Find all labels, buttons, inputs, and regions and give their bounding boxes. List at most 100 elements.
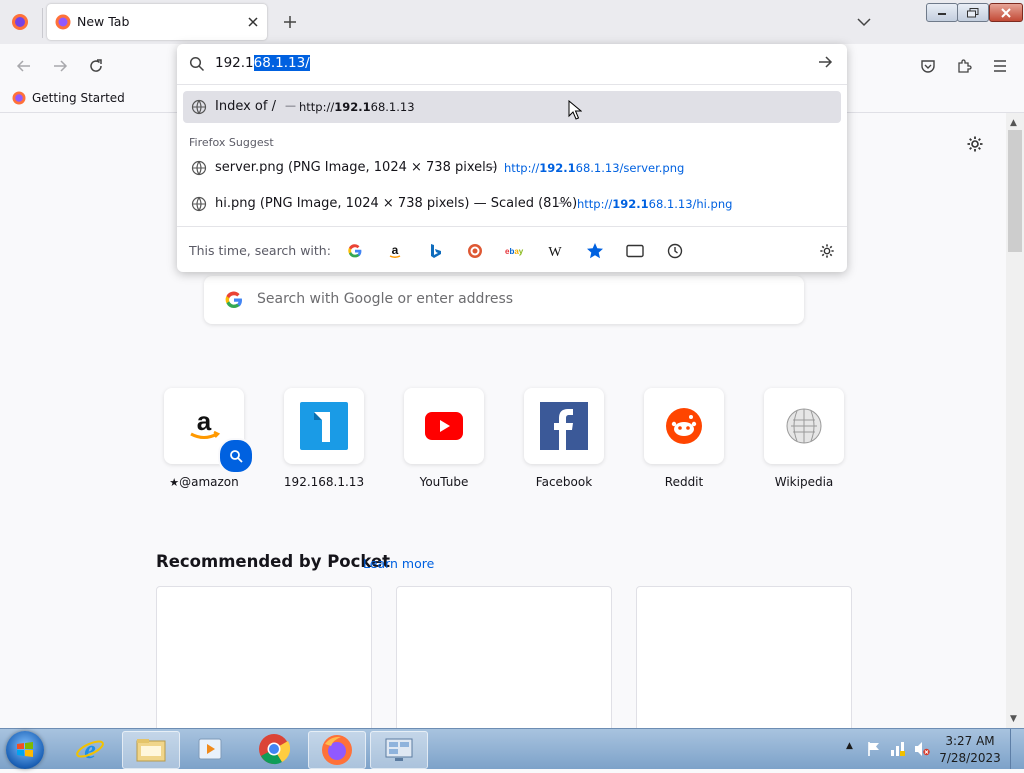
scroll-down-arrow-icon[interactable]: ▼: [1010, 714, 1017, 724]
bookmark-getting-started[interactable]: Getting Started: [12, 91, 125, 105]
search-placeholder: Search with Google or enter address: [257, 291, 514, 307]
new-tab-button[interactable]: [278, 10, 302, 34]
tab-close-button[interactable]: [243, 12, 263, 32]
reload-button[interactable]: [84, 54, 108, 78]
wikipedia-icon: W: [548, 245, 562, 258]
top-site-wikipedia[interactable]: [764, 388, 844, 464]
minimize-button[interactable]: [926, 3, 958, 22]
svg-text:a: a: [197, 406, 212, 436]
extensions-button[interactable]: [952, 54, 976, 78]
tab-title: New Tab: [77, 14, 130, 29]
pocket-learn-more-link[interactable]: Learn more: [363, 556, 434, 571]
scrollbar-thumb[interactable]: [1008, 130, 1022, 252]
show-desktop-button[interactable]: [1010, 729, 1024, 769]
windows-logo-icon: [17, 742, 33, 757]
start-button[interactable]: [6, 731, 44, 769]
result-url: http://192.168.1.13/hi.png: [577, 197, 733, 211]
taskbar: e ▲ 3:27 AM 7/28/2023: [0, 728, 1024, 769]
urlbar-result-row[interactable]: server.png (PNG Image, 1024 × 738 pixels…: [183, 152, 841, 184]
back-button[interactable]: [12, 54, 36, 78]
result-separator: —: [285, 99, 296, 112]
taskbar-chrome[interactable]: [246, 731, 302, 767]
result-title: hi.png (PNG Image, 1024 × 738 pixels) — …: [215, 196, 578, 211]
google-icon: [225, 291, 242, 309]
oneoff-amazon-button[interactable]: a: [384, 240, 406, 262]
result-separator: —: [558, 196, 569, 209]
search-icon: [189, 56, 205, 72]
pocket-card[interactable]: [396, 586, 612, 738]
tab-icon: [626, 244, 644, 258]
list-all-tabs-button[interactable]: [852, 12, 876, 32]
oneoff-bing-button[interactable]: [424, 240, 446, 262]
top-site-youtube[interactable]: [404, 388, 484, 464]
search-shortcut-badge: [218, 438, 254, 474]
search-icon: [230, 450, 243, 463]
show-hidden-icons-arrow-icon[interactable]: ▲: [846, 741, 853, 751]
firefox-icon: [55, 14, 71, 30]
firefox-view-button[interactable]: [8, 10, 32, 34]
oneoff-tabs-button[interactable]: [624, 240, 646, 262]
oneoff-ebay-button[interactable]: ebay: [504, 240, 526, 262]
duckduckgo-icon: [468, 244, 482, 258]
forward-button[interactable]: [48, 54, 72, 78]
minimize-icon: [938, 12, 946, 15]
chrome-icon: [259, 734, 290, 765]
urlbar-autofill-selection: 68.1.13/: [253, 55, 310, 71]
oneoff-wikipedia-button[interactable]: W: [544, 240, 566, 262]
urlbar-popup: 192.168.1.13/ Index of / — http://192.16…: [177, 44, 847, 272]
hamburger-icon: [994, 60, 1006, 72]
result-title: Index of /: [215, 99, 276, 114]
divider: [177, 84, 847, 85]
taskbar-media-player[interactable]: [182, 731, 238, 767]
firefox-icon: [12, 14, 28, 30]
firefox-icon: [12, 91, 26, 105]
search-oneoff-label: This time, search with:: [189, 243, 331, 258]
top-site-facebook[interactable]: [524, 388, 604, 464]
gear-icon: [820, 244, 834, 258]
arrow-right-icon: [54, 60, 68, 72]
pocket-card[interactable]: [156, 586, 372, 738]
urlbar-result-row[interactable]: Index of / — http://192.168.1.13: [183, 91, 841, 123]
oneoff-google-button[interactable]: [344, 240, 366, 262]
restore-button[interactable]: [957, 3, 989, 22]
taskbar-file-explorer[interactable]: [122, 731, 180, 769]
taskbar-internet-explorer[interactable]: e: [62, 731, 118, 767]
pocket-button[interactable]: [916, 54, 940, 78]
pocket-card[interactable]: [636, 586, 852, 738]
close-icon: [248, 17, 258, 27]
network-icon[interactable]: [890, 741, 906, 757]
top-site-reddit[interactable]: [644, 388, 724, 464]
scroll-up-arrow-icon[interactable]: ▲: [1010, 118, 1017, 128]
chevron-down-icon: [857, 18, 871, 27]
clock-date[interactable]: 7/28/2023: [934, 751, 1006, 765]
google-icon: [348, 244, 362, 258]
oneoff-history-button[interactable]: [664, 240, 686, 262]
taskbar-firefox[interactable]: [308, 731, 366, 769]
action-center-flag-icon[interactable]: [866, 741, 882, 757]
top-site-label: Wikipedia: [774, 475, 834, 489]
urlbar-input[interactable]: 192.168.1.13/: [215, 55, 310, 71]
newtab-search-box[interactable]: Search with Google or enter address: [204, 276, 804, 324]
tab-separator: [42, 8, 43, 38]
pin-icon: ★: [169, 476, 180, 489]
bookmark-label: Getting Started: [32, 91, 125, 105]
go-button[interactable]: [817, 54, 837, 74]
close-icon: [1001, 7, 1011, 18]
oneoff-bookmarks-button[interactable]: [584, 240, 606, 262]
tab-new-tab[interactable]: New Tab: [47, 4, 267, 40]
urlbar-result-row[interactable]: hi.png (PNG Image, 1024 × 738 pixels) — …: [183, 188, 841, 220]
search-settings-button[interactable]: [816, 240, 838, 262]
wikipedia-icon: [786, 408, 822, 444]
mouse-cursor-icon: [568, 100, 582, 120]
oneoff-duckduckgo-button[interactable]: [464, 240, 486, 262]
amazon-icon: a: [389, 243, 401, 258]
top-site-192-168-1-13[interactable]: [284, 388, 364, 464]
volume-muted-icon[interactable]: [914, 741, 930, 757]
clock-time[interactable]: 3:27 AM: [940, 734, 1000, 748]
puzzle-icon: [958, 59, 972, 73]
personalize-button[interactable]: [966, 135, 986, 155]
result-title: server.png (PNG Image, 1024 × 738 pixels…: [215, 160, 498, 175]
app-menu-button[interactable]: [988, 54, 1012, 78]
taskbar-remote-desktop[interactable]: [370, 731, 428, 769]
window-close-button[interactable]: [989, 3, 1023, 22]
